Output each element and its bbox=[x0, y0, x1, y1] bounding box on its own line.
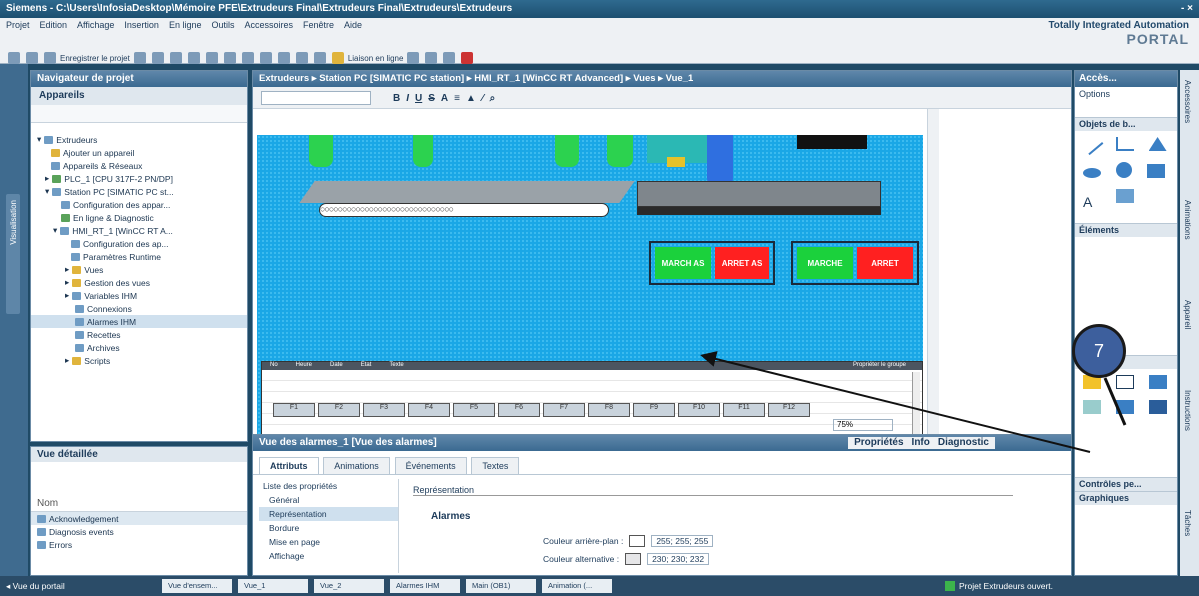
task-vue2[interactable]: Vue_2 bbox=[314, 579, 384, 593]
task-alarms[interactable]: Alarmes IHM bbox=[390, 579, 460, 593]
callout-tail bbox=[1103, 377, 1127, 426]
status-check-icon bbox=[944, 581, 955, 591]
task-animation[interactable]: Animation (... bbox=[542, 579, 612, 593]
editor-bar: ◂ Vue du portail Vue d'ensem... Vue_1 Vu… bbox=[0, 576, 1199, 596]
annotation-overlay bbox=[700, 351, 1127, 453]
pointer-arrow bbox=[700, 351, 1091, 453]
status-text: Projet Extrudeurs ouvert. bbox=[958, 581, 1053, 591]
task-vue1[interactable]: Vue_1 bbox=[238, 579, 308, 593]
task-main-ob1[interactable]: Main (OB1) bbox=[466, 579, 536, 593]
portal-view-button[interactable]: ◂ Vue du portail bbox=[6, 581, 156, 592]
task-overview[interactable]: Vue d'ensem... bbox=[162, 579, 232, 593]
callout-bubble: 7 bbox=[1072, 324, 1126, 378]
status-area: Projet Extrudeurs ouvert. bbox=[944, 581, 1193, 591]
